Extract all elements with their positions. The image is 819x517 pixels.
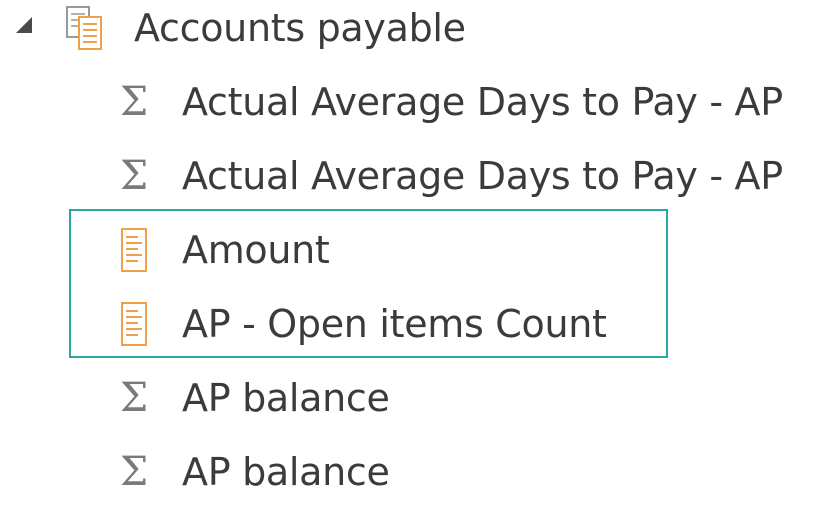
table-name: Accounts payable: [134, 6, 466, 50]
field-label: AP balance: [182, 376, 390, 420]
sigma-icon: Σ: [119, 375, 149, 421]
field-item[interactable]: Σ Actual Average Days to Pay - AP: [0, 146, 819, 206]
field-item[interactable]: Σ AP balance: [0, 442, 819, 502]
sigma-icon: Σ: [119, 79, 149, 125]
field-item[interactable]: Amount: [0, 220, 819, 280]
sigma-icon: Σ: [119, 153, 149, 199]
calculator-icon: [121, 228, 147, 272]
table-icon: [66, 6, 102, 50]
field-item[interactable]: Σ AP balance: [0, 368, 819, 428]
field-label: Amount: [182, 228, 330, 272]
field-label: AP - Open items Count: [182, 302, 607, 346]
field-item[interactable]: AP - Open items Count: [0, 294, 819, 354]
field-label: AP balance: [182, 450, 390, 494]
field-label: Actual Average Days to Pay - AP: [182, 154, 783, 198]
collapse-triangle-icon[interactable]: [14, 14, 36, 36]
field-label: Actual Average Days to Pay - AP: [182, 80, 783, 124]
field-item[interactable]: Σ Actual Average Days to Pay - AP: [0, 72, 819, 132]
table-node-accounts-payable[interactable]: Accounts payable: [0, 0, 819, 56]
calculator-icon: [121, 302, 147, 346]
sigma-icon: Σ: [119, 449, 149, 495]
